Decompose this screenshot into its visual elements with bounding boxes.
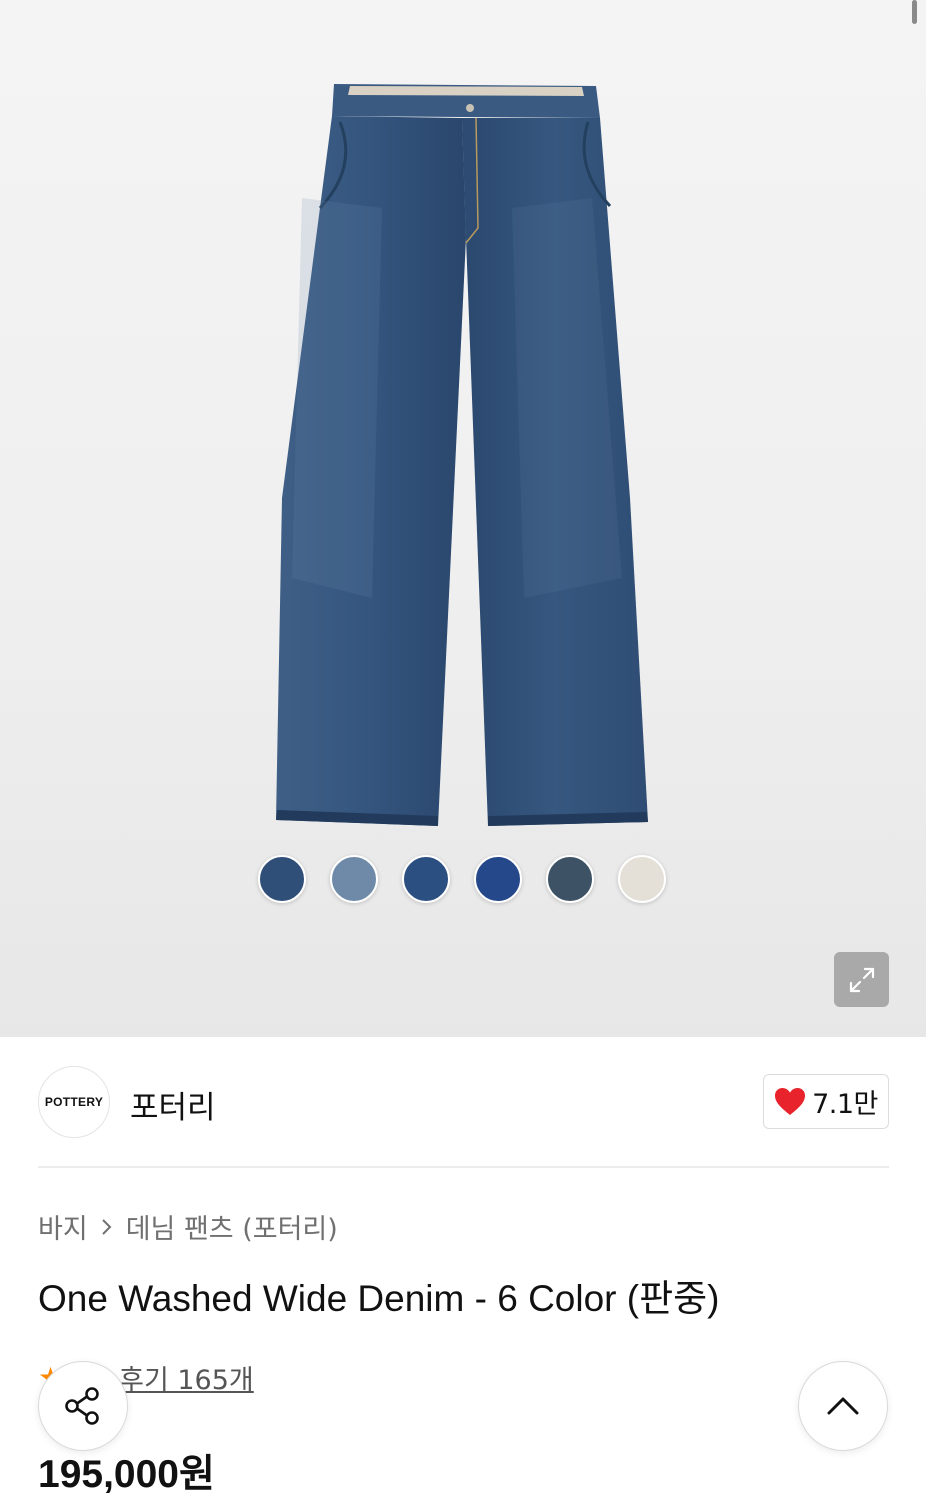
product-image-gallery[interactable] (0, 0, 926, 1037)
color-swatch-1[interactable] (258, 855, 306, 903)
share-button[interactable] (38, 1361, 128, 1451)
wide-denim-jeans-photo (276, 84, 648, 826)
chevron-right-icon (100, 1217, 114, 1237)
like-button[interactable]: 7.1만 (763, 1074, 889, 1129)
color-swatch-3[interactable] (402, 855, 450, 903)
expand-image-button[interactable] (834, 952, 889, 1007)
heart-icon (775, 1088, 806, 1115)
divider (38, 1166, 889, 1168)
breadcrumb-category[interactable]: 바지 (38, 1207, 88, 1246)
color-swatch-4[interactable] (474, 855, 522, 903)
breadcrumb-subcategory[interactable]: 데님 팬츠 (포터리) (126, 1207, 338, 1246)
expand-arrows-icon (849, 967, 874, 992)
brand-logo[interactable]: POTTERY (38, 1066, 110, 1138)
product-title: One Washed Wide Denim - 6 Color (판중) (38, 1278, 720, 1319)
product-price: 195,000원 (38, 1453, 215, 1496)
brand-row: POTTERY 포터리 7.1만 (38, 1066, 889, 1138)
share-icon (65, 1387, 99, 1425)
color-swatch-5[interactable] (546, 855, 594, 903)
brand-name[interactable]: 포터리 (130, 1082, 216, 1127)
scroll-to-top-button[interactable] (798, 1361, 888, 1451)
color-swatch-6[interactable] (618, 855, 666, 903)
chevron-up-icon (827, 1397, 859, 1415)
color-swatch-2[interactable] (330, 855, 378, 903)
review-count-link[interactable]: 후기 165개 (119, 1358, 254, 1397)
like-count: 7.1만 (812, 1089, 878, 1120)
breadcrumb: 바지 데님 팬츠 (포터리) (38, 1207, 338, 1246)
scrollbar-thumb[interactable] (912, 0, 917, 24)
